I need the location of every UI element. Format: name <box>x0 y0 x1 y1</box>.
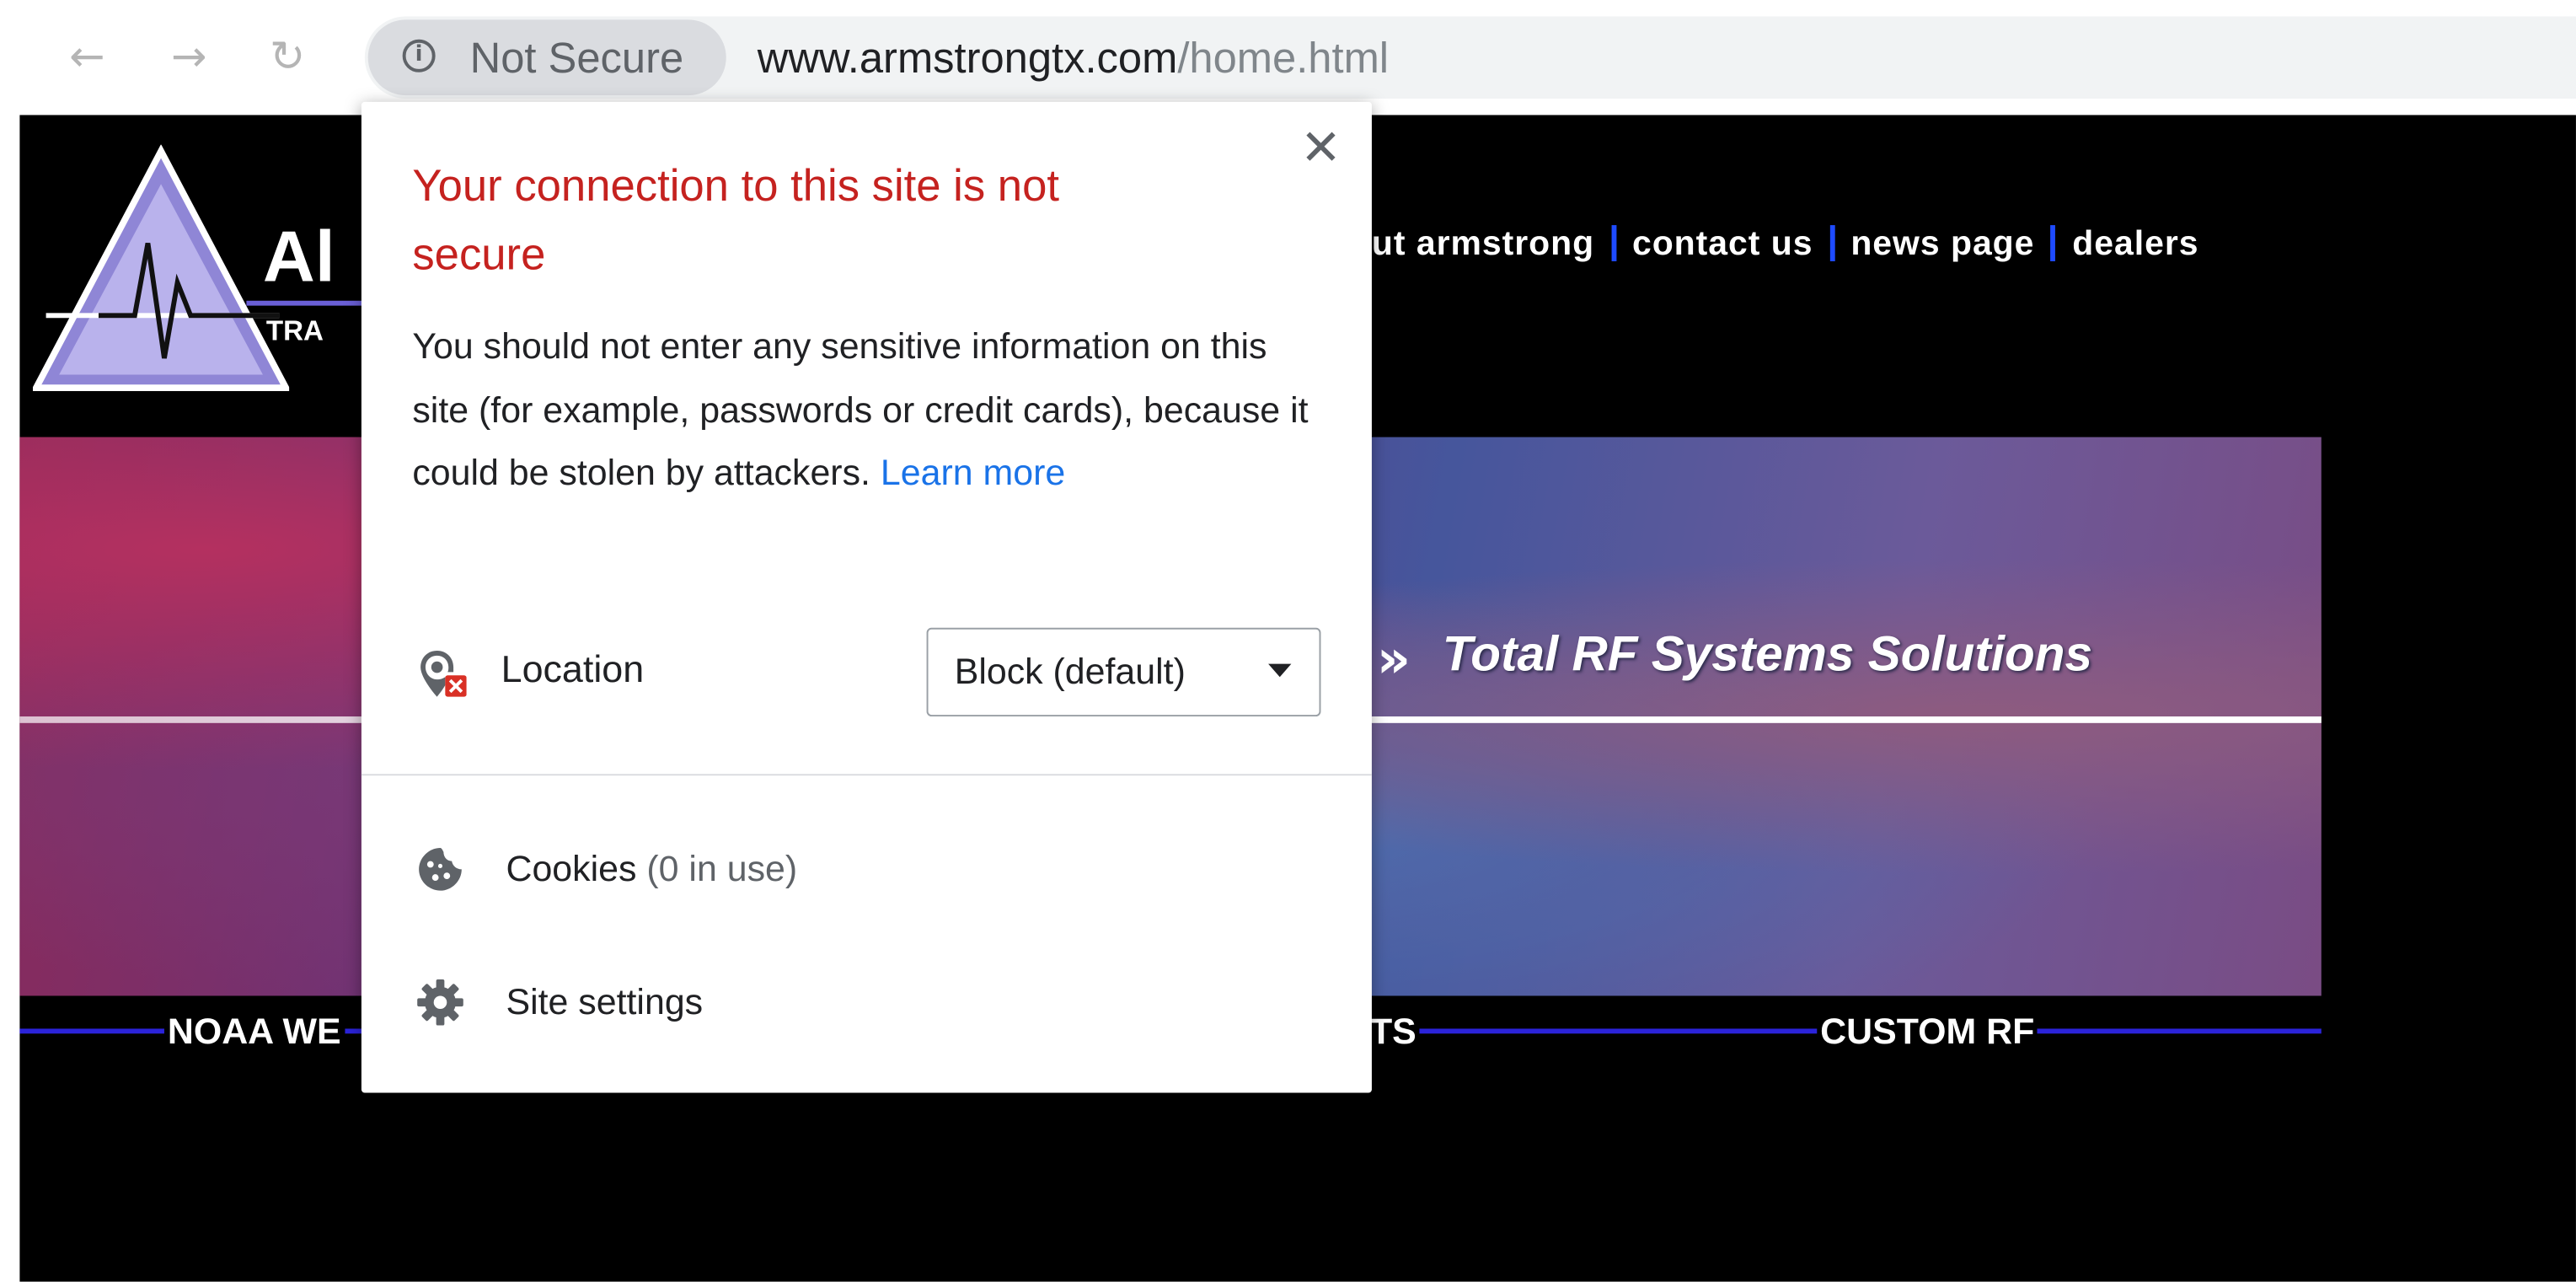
nav-separator <box>2050 225 2056 261</box>
cookies-label: Cookies <box>506 847 637 889</box>
cookie-icon <box>419 847 462 891</box>
arrow-left-icon[interactable]: ← <box>62 33 111 82</box>
location-blocked-icon <box>420 651 467 697</box>
site-top-nav: ut armstrong contact us news page dealers <box>1372 225 2199 265</box>
nav-separator <box>1829 225 1834 261</box>
bottom-nav-products[interactable]: TS <box>1367 1011 1420 1054</box>
learn-more-link[interactable]: Learn more <box>881 452 1065 493</box>
cookies-count: (0 in use) <box>646 847 798 889</box>
gear-icon <box>417 979 463 1026</box>
cookies-row[interactable]: Cookies (0 in use) <box>506 848 797 891</box>
chevron-right-icon: » <box>1376 627 1411 690</box>
armstrong-logo[interactable] <box>32 144 290 394</box>
url-host: www.armstrongtx.com <box>757 32 1178 83</box>
logo-subtext: TRA <box>265 315 324 347</box>
nav-link-contact[interactable]: contact us <box>1632 225 1813 263</box>
popup-warning-text: You should not enter any sensitive infor… <box>412 315 1324 505</box>
popup-divider <box>361 774 1372 776</box>
logo-wordmark: Al <box>262 217 335 298</box>
close-icon[interactable]: ✕ <box>1294 121 1347 177</box>
browser-window: ← → ↻ i Not Secure www.armstrongtx.com/h… <box>0 0 2576 1282</box>
bottom-nav-noaa[interactable]: NOAA WE <box>163 1011 345 1054</box>
arrow-right-icon[interactable]: → <box>164 33 213 82</box>
popup-title: Your connection to this site is not secu… <box>412 161 1060 280</box>
url-text[interactable]: www.armstrongtx.com/home.html <box>758 33 1389 83</box>
location-permission-label: Location <box>501 647 645 690</box>
nav-link-about[interactable]: ut armstrong <box>1372 225 1594 263</box>
popup-body-text: You should not enter any sensitive infor… <box>412 325 1309 493</box>
url-path: /home.html <box>1177 32 1390 83</box>
reload-icon[interactable]: ↻ <box>263 33 312 82</box>
chevron-down-icon <box>1268 663 1292 678</box>
site-settings-link[interactable]: Site settings <box>506 981 703 1024</box>
banner-tagline: Total RF Systems Solutions <box>1442 627 2093 683</box>
nav-separator <box>1610 225 1616 261</box>
info-icon: i <box>402 39 436 72</box>
location-permission-value: Block (default) <box>954 651 1186 692</box>
security-chip-label: Not Secure <box>469 32 684 83</box>
nav-link-dealers[interactable]: dealers <box>2072 225 2198 263</box>
browser-toolbar: ← → ↻ i Not Secure www.armstrongtx.com/h… <box>0 0 2576 115</box>
nav-link-news[interactable]: news page <box>1850 225 2034 263</box>
bottom-nav-custom-rf[interactable]: CUSTOM RF <box>1817 1011 2038 1054</box>
